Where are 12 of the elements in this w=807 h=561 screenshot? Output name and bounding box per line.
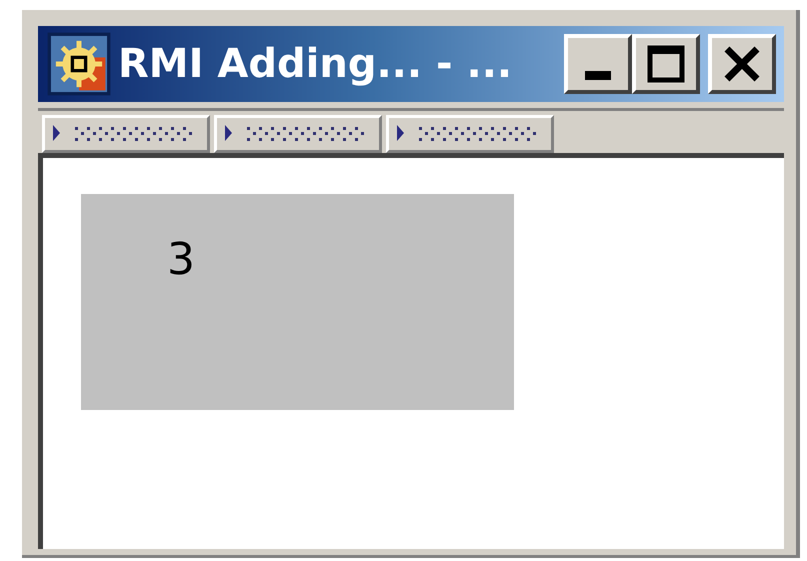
toolbar-handle[interactable] <box>42 115 210 153</box>
maximize-icon <box>646 44 686 84</box>
result-value: 3 <box>167 234 195 285</box>
minimize-icon <box>585 70 611 80</box>
toolbar-handle[interactable] <box>386 115 554 153</box>
sun-icon <box>46 31 112 97</box>
minimize-button[interactable] <box>564 34 632 94</box>
window-title: RMI Adding... - ... <box>118 41 514 87</box>
toolbar-handle[interactable] <box>214 115 382 153</box>
maximize-button[interactable] <box>632 34 700 94</box>
close-button[interactable] <box>708 34 776 94</box>
close-icon <box>722 44 762 84</box>
